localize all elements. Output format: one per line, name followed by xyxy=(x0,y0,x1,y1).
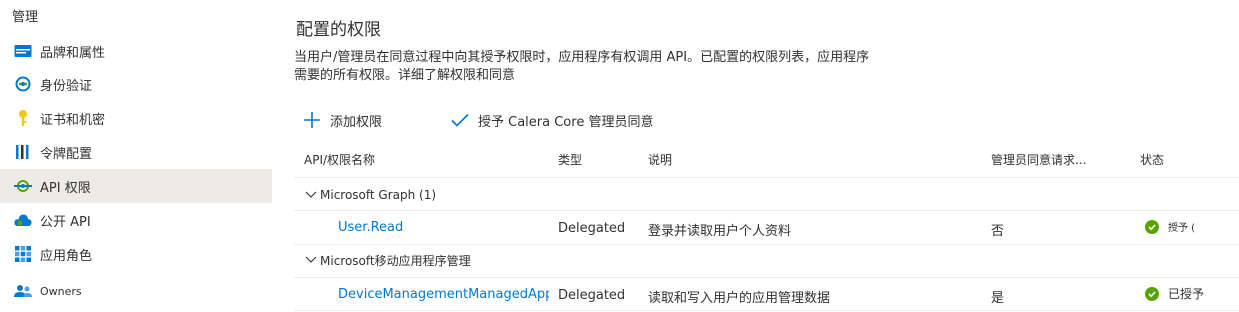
sidebar-item-label: 身份验证 xyxy=(40,78,93,94)
column-header-name[interactable]: API/权限名称 xyxy=(304,151,375,168)
permission-name-link[interactable]: DeviceManagementManagedApps.Re xyxy=(338,287,549,302)
sidebar-item-app-roles[interactable]: 应用角色 xyxy=(0,237,272,271)
sidebar-item-label: 品牌和属性 xyxy=(40,45,106,61)
sidebar-section-header: 管理 xyxy=(12,10,39,25)
permission-description: 登录并读取用户个人资料 xyxy=(648,224,792,239)
column-header-description[interactable]: 说明 xyxy=(648,151,672,168)
status-text: 授予 ( xyxy=(1168,223,1196,234)
api-permissions-icon xyxy=(14,177,32,195)
sidebar-item-branding[interactable]: 品牌和属性 xyxy=(0,34,272,68)
sidebar-item-label: Owners xyxy=(40,284,82,298)
status-text: 已授予 xyxy=(1168,287,1205,301)
table-divider xyxy=(294,177,1239,178)
sidebar-item-label: 公开 API xyxy=(40,214,91,230)
sidebar-item-label: API 权限 xyxy=(40,180,91,196)
grant-admin-consent-button[interactable]: 授予 Calera Core 管理员同意 xyxy=(450,108,653,132)
permission-group-microsoft-graph[interactable]: Microsoft Graph (1) xyxy=(304,184,436,206)
sidebar-nav: 管理 品牌和属性 身份验证 证书和机密 令牌配置 API 权限 公开 API 应… xyxy=(0,0,272,312)
status-badge: 已授予 xyxy=(1145,285,1204,302)
table-divider xyxy=(294,310,1239,311)
sidebar-item-certificates[interactable]: 证书和机密 xyxy=(0,101,272,135)
group-label: Microsoft Graph (1) xyxy=(320,188,437,202)
grant-admin-consent-label: 授予 Calera Core 管理员同意 xyxy=(478,114,654,130)
token-config-icon xyxy=(14,143,32,161)
admin-consent-value: 否 xyxy=(991,224,1005,239)
check-circle-icon xyxy=(1145,286,1159,301)
group-label: Microsoft移动应用程序管理 xyxy=(320,253,471,268)
sidebar-item-label: 令牌配置 xyxy=(40,146,93,162)
sidebar-item-token-config[interactable]: 令牌配置 xyxy=(0,135,272,169)
add-permission-label: 添加权限 xyxy=(330,114,383,130)
permission-type: Delegated xyxy=(558,221,626,236)
sidebar-item-authentication[interactable]: 身份验证 xyxy=(0,67,272,101)
key-icon xyxy=(14,109,32,127)
permission-type: Delegated xyxy=(558,288,626,303)
sidebar-item-api-permissions[interactable]: API 权限 xyxy=(0,169,272,203)
authentication-icon xyxy=(14,75,32,93)
chevron-down-icon xyxy=(304,188,318,202)
app-roles-icon xyxy=(14,245,32,263)
table-divider xyxy=(294,277,1239,278)
checkmark-icon xyxy=(450,110,470,130)
plus-icon xyxy=(302,110,322,130)
table-divider xyxy=(294,244,1239,245)
column-header-status[interactable]: 状态 xyxy=(1140,151,1164,168)
table-divider xyxy=(294,210,1239,211)
sidebar-item-owners[interactable]: Owners xyxy=(0,274,272,308)
branding-icon xyxy=(14,42,32,60)
column-header-admin-consent[interactable]: 管理员同意请求... xyxy=(991,151,1086,168)
permission-group-intune-mam[interactable]: Microsoft移动应用程序管理 xyxy=(304,249,471,271)
sidebar-item-label: 证书和机密 xyxy=(40,112,106,128)
status-badge: 授予 ( xyxy=(1145,219,1195,234)
admin-consent-value: 是 xyxy=(991,291,1005,306)
page-title: 配置的权限 xyxy=(296,20,381,40)
page-description: 当用户/管理员在同意过程中向其授予权限时，应用程序有权调用 API。已配置的权限… xyxy=(294,50,870,83)
configured-permissions-panel: 配置的权限 当用户/管理员在同意过程中向其授予权限时，应用程序有权调用 API。… xyxy=(294,0,1239,312)
chevron-down-icon xyxy=(304,253,318,267)
check-circle-icon xyxy=(1145,219,1159,234)
permission-name-link[interactable]: User.Read xyxy=(338,220,403,235)
column-header-type[interactable]: 类型 xyxy=(558,151,582,168)
sidebar-item-expose-api[interactable]: 公开 API xyxy=(0,203,272,237)
add-permission-button[interactable]: 添加权限 xyxy=(302,108,382,132)
owners-icon xyxy=(14,282,32,300)
cloud-icon xyxy=(14,211,32,229)
sidebar-item-label: 应用角色 xyxy=(40,248,93,264)
permission-description: 读取和写入用户的应用管理数据 xyxy=(648,291,831,306)
